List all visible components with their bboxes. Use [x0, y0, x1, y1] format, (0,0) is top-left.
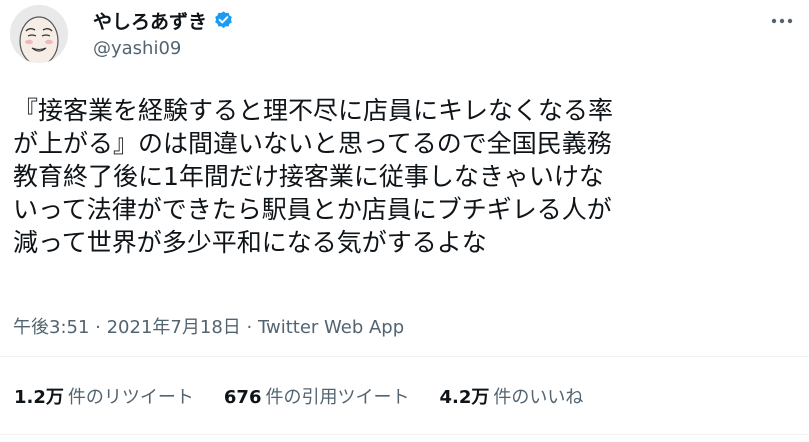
- tweet-time[interactable]: 午後3:51: [13, 317, 89, 338]
- tweet-meta: 午後3:51 · 2021年7月18日 · Twitter Web App: [13, 313, 404, 339]
- verified-badge-icon: [213, 10, 234, 31]
- more-horizontal-icon: [771, 18, 793, 24]
- divider: [0, 434, 809, 435]
- likes-stat[interactable]: 4.2万 件のいいね: [439, 383, 583, 409]
- quote-tweets-label: 件の引用ツイート: [265, 387, 410, 408]
- name-row: やしろあずき: [93, 6, 234, 34]
- tweet-source-link[interactable]: Twitter Web App: [258, 317, 404, 338]
- retweets-count: 1.2万: [14, 387, 64, 408]
- avatar-face-icon: [10, 5, 68, 63]
- more-options-button[interactable]: [768, 10, 796, 32]
- tweet-text: 『接客業を経験すると理不尽に店員にキレなくなる率 が上がる』のは間違いないと思っ…: [13, 94, 803, 259]
- avatar[interactable]: [10, 5, 68, 63]
- meta-separator: ·: [246, 317, 258, 338]
- likes-count: 4.2万: [439, 387, 490, 408]
- likes-label: 件のいいね: [493, 387, 584, 408]
- meta-separator: ·: [95, 317, 107, 338]
- quote-tweets-count: 676: [223, 387, 262, 408]
- tweet-text-line: いって法律ができたら駅員とか店員にブチギレる人が: [13, 195, 612, 224]
- retweets-label: 件のリツイート: [67, 387, 194, 408]
- tweet-text-line: 減って世界が多少平和になる気がするよな: [13, 228, 487, 257]
- display-name[interactable]: やしろあずき: [93, 7, 207, 34]
- retweets-stat[interactable]: 1.2万 件のリツイート: [14, 383, 194, 409]
- divider: [0, 356, 809, 357]
- user-handle[interactable]: @yashi09: [93, 38, 234, 59]
- tweet-card: やしろあずき @yashi09 『接客業を経験すると理不尽に店員にキレなくなる率…: [0, 0, 809, 442]
- tweet-stats: 1.2万 件のリツイート 676 件の引用ツイート 4.2万 件のいいね: [14, 383, 613, 409]
- tweet-text-line: が上がる』のは間違いないと思ってるので全国民義務: [13, 129, 612, 158]
- quote-tweets-stat[interactable]: 676 件の引用ツイート: [224, 383, 410, 409]
- author-block: やしろあずき @yashi09: [93, 6, 234, 59]
- tweet-text-line: 『接客業を経験すると理不尽に店員にキレなくなる率: [13, 96, 614, 125]
- tweet-date[interactable]: 2021年7月18日: [107, 317, 241, 338]
- tweet-text-line: 教育終了後に1年間だけ接客業に従事しなきゃいけな: [13, 162, 604, 191]
